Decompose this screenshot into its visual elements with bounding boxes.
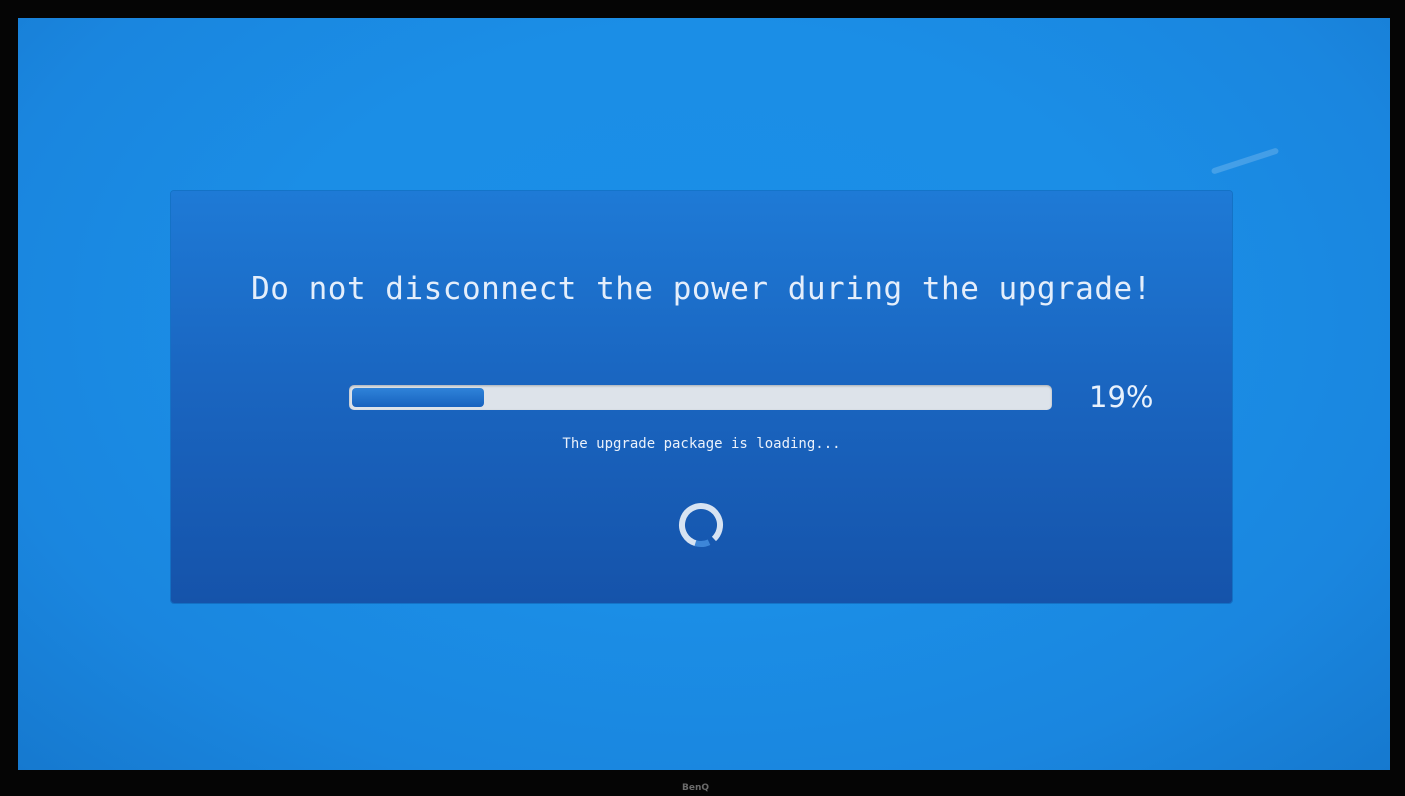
upgrade-progress-percent: 19% xyxy=(1089,380,1154,414)
screen-glare xyxy=(1210,147,1280,175)
upgrade-progress-fill xyxy=(352,388,484,407)
monitor-brand-logo: BenQ xyxy=(682,783,710,793)
upgrade-progress-bar xyxy=(349,385,1052,410)
tv-screen: Do not disconnect the power during the u… xyxy=(18,18,1390,770)
upgrade-status-text: The upgrade package is loading... xyxy=(562,436,841,452)
upgrade-dialog: Do not disconnect the power during the u… xyxy=(171,191,1232,603)
upgrade-warning-text: Do not disconnect the power during the u… xyxy=(251,271,1152,307)
monitor-bezel: Do not disconnect the power during the u… xyxy=(0,0,1405,796)
loading-spinner-icon xyxy=(679,503,723,547)
